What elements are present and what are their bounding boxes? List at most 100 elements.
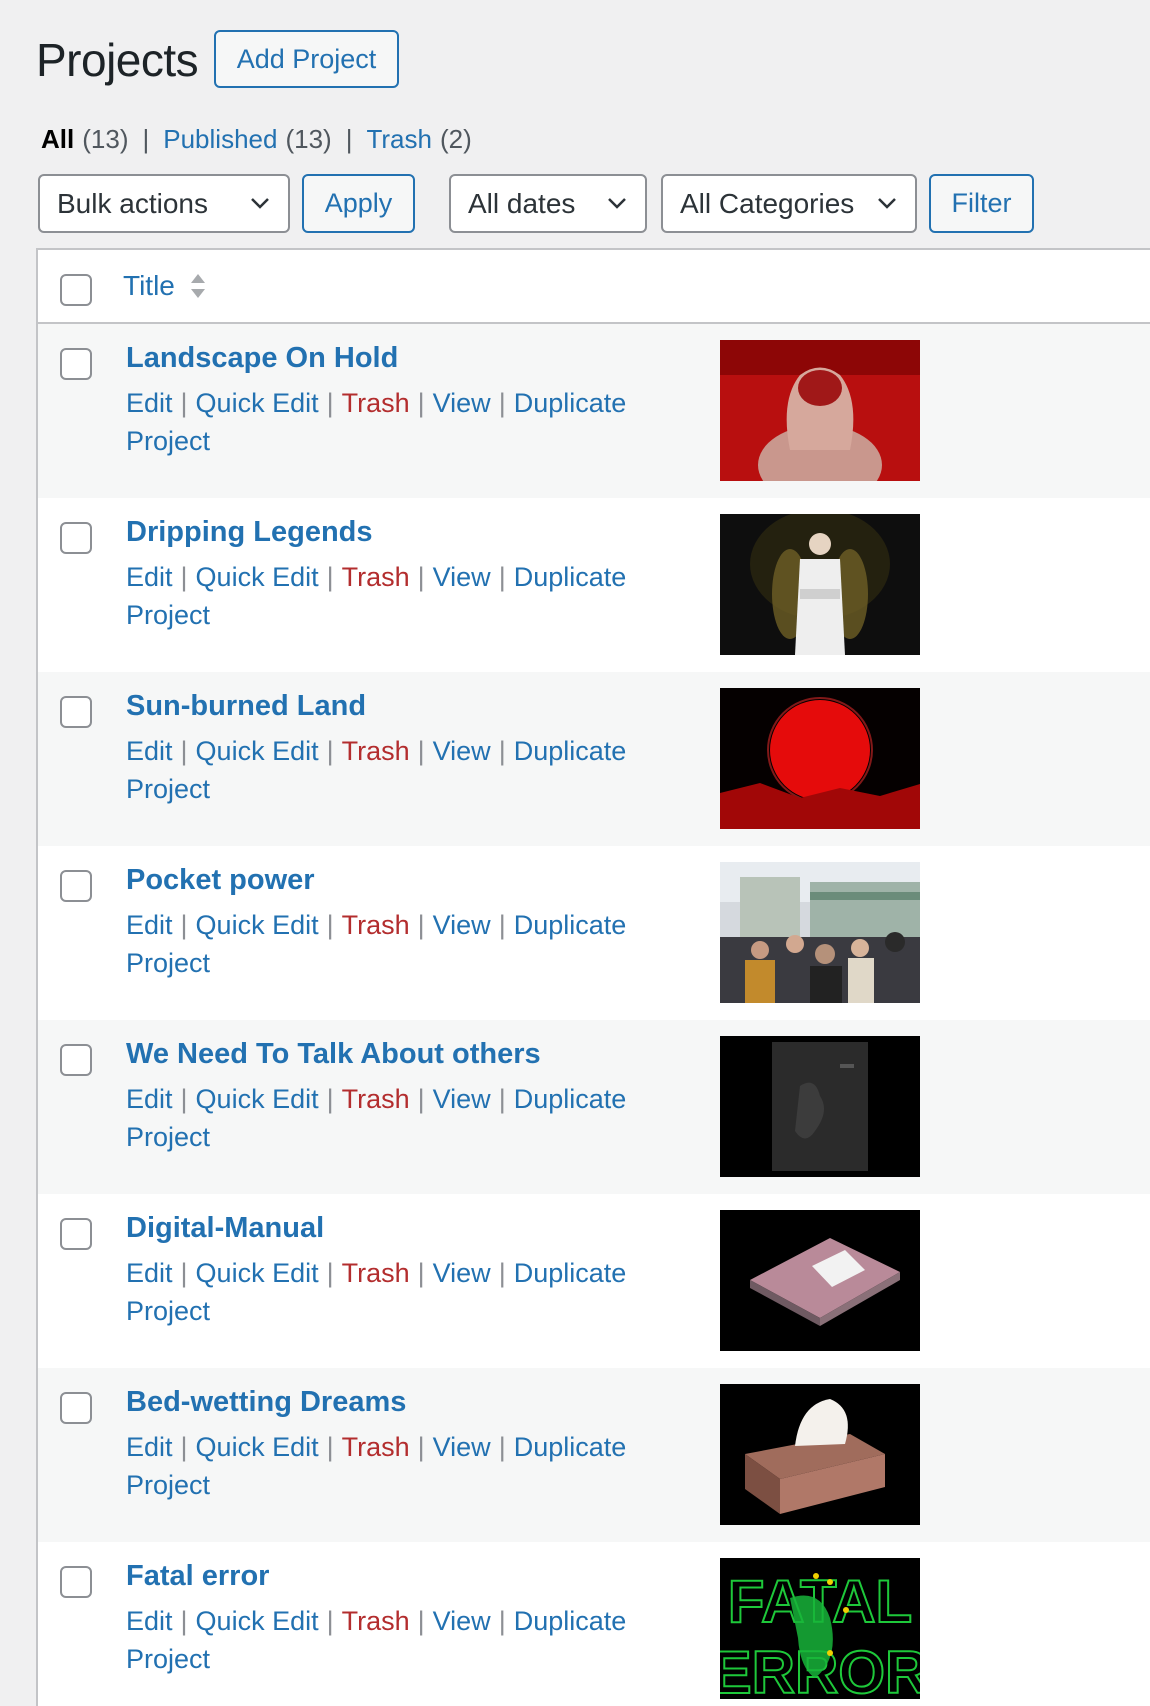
quick-edit-link[interactable]: Quick Edit <box>196 1084 319 1114</box>
action-separator: | <box>326 562 334 592</box>
view-link[interactable]: View <box>433 1084 491 1114</box>
bulk-actions-select[interactable]: Bulk actions <box>38 174 290 233</box>
view-link[interactable]: View <box>433 1606 491 1636</box>
view-link[interactable]: View <box>433 388 491 418</box>
view-link[interactable]: View <box>433 1258 491 1288</box>
duplicate-label: Duplicate <box>513 1258 627 1288</box>
row-title-link[interactable]: Sun-burned Land <box>126 686 366 726</box>
project-label: Project <box>126 426 211 456</box>
trash-link[interactable]: Trash <box>342 1432 410 1462</box>
chevron-down-icon <box>251 198 269 209</box>
trash-link[interactable]: Trash <box>342 910 410 940</box>
row-actions: Edit | Quick Edit | Trash | View | Duplicate Pro… <box>126 384 686 460</box>
table-header: Title <box>38 250 1150 324</box>
trash-link[interactable]: Trash <box>342 1084 410 1114</box>
crowd-photo-thumbnail <box>720 862 920 1003</box>
row-title-link[interactable]: Dripping Legends <box>126 512 373 552</box>
trash-link[interactable]: Trash <box>342 388 410 418</box>
add-project-button[interactable]: Add Project <box>214 30 399 88</box>
trash-link[interactable]: Trash <box>342 736 410 766</box>
quick-edit-link[interactable]: Quick Edit <box>196 736 319 766</box>
row-checkbox[interactable] <box>60 1566 92 1598</box>
row-checkbox[interactable] <box>60 348 92 380</box>
action-separator: | <box>417 1084 425 1114</box>
quick-edit-link[interactable]: Quick Edit <box>196 910 319 940</box>
title-column-sort[interactable]: Title <box>123 270 207 302</box>
figure-on-red-thumbnail <box>720 340 920 481</box>
filter-button[interactable]: Filter <box>929 174 1034 233</box>
row-title-link[interactable]: Pocket power <box>126 860 315 900</box>
action-separator: | <box>326 1258 334 1288</box>
trash-link[interactable]: Trash <box>342 1258 410 1288</box>
action-separator: | <box>180 910 188 940</box>
view-link[interactable]: View <box>433 736 491 766</box>
row-title-link[interactable]: Fatal error <box>126 1556 269 1596</box>
row-checkbox[interactable] <box>60 522 92 554</box>
action-separator: | <box>498 1432 506 1462</box>
row-title-link[interactable]: Digital-Manual <box>126 1208 324 1248</box>
action-separator: | <box>498 1258 506 1288</box>
action-separator: | <box>326 736 334 766</box>
action-separator: | <box>498 1084 506 1114</box>
page-title: Projects <box>36 34 199 86</box>
categories-select[interactable]: All Categories <box>661 174 917 233</box>
edit-link[interactable]: Edit <box>126 736 173 766</box>
row-actions: Edit | Quick Edit | Trash | View | Duplicate Pro… <box>126 906 686 982</box>
red-sun-thumbnail <box>720 688 920 829</box>
view-separator: | <box>345 124 353 154</box>
action-separator: | <box>498 910 506 940</box>
row-checkbox[interactable] <box>60 696 92 728</box>
dates-select[interactable]: All dates <box>449 174 647 233</box>
project-label: Project <box>126 1470 211 1500</box>
duplicate-label: Duplicate <box>513 736 627 766</box>
action-separator: | <box>326 1432 334 1462</box>
view-published-count: (13) <box>285 124 332 154</box>
row-checkbox[interactable] <box>60 1218 92 1250</box>
edit-link[interactable]: Edit <box>126 562 173 592</box>
edit-link[interactable]: Edit <box>126 910 173 940</box>
action-separator: | <box>417 1258 425 1288</box>
action-separator: | <box>180 1606 188 1636</box>
quick-edit-link[interactable]: Quick Edit <box>196 1606 319 1636</box>
row-title-link[interactable]: Bed-wetting Dreams <box>126 1382 406 1422</box>
view-separator: | <box>142 124 150 154</box>
row-checkbox[interactable] <box>60 1392 92 1424</box>
action-separator: | <box>326 910 334 940</box>
edit-link[interactable]: Edit <box>126 1084 173 1114</box>
edit-link[interactable]: Edit <box>126 1258 173 1288</box>
action-separator: | <box>326 388 334 418</box>
title-column-label: Title <box>123 270 175 301</box>
duplicate-label: Duplicate <box>513 910 627 940</box>
action-separator: | <box>498 388 506 418</box>
select-all-checkbox[interactable] <box>60 274 92 306</box>
quick-edit-link[interactable]: Quick Edit <box>196 1432 319 1462</box>
row-checkbox[interactable] <box>60 1044 92 1076</box>
view-trash-link[interactable]: Trash <box>366 122 432 156</box>
row-title-link[interactable]: We Need To Talk About others <box>126 1034 541 1074</box>
edit-link[interactable]: Edit <box>126 388 173 418</box>
quick-edit-link[interactable]: Quick Edit <box>196 1258 319 1288</box>
row-title-link[interactable]: Landscape On Hold <box>126 338 398 378</box>
action-separator: | <box>417 1432 425 1462</box>
view-link[interactable]: View <box>433 562 491 592</box>
view-published-link[interactable]: Published <box>163 122 277 156</box>
view-link[interactable]: View <box>433 910 491 940</box>
row-checkbox[interactable] <box>60 870 92 902</box>
categories-value: All Categories <box>680 187 855 219</box>
chevron-down-icon <box>878 198 896 209</box>
quick-edit-link[interactable]: Quick Edit <box>196 562 319 592</box>
apply-button[interactable]: Apply <box>302 174 415 233</box>
trash-link[interactable]: Trash <box>342 562 410 592</box>
action-separator: | <box>326 1084 334 1114</box>
dark-book-thumbnail <box>720 1036 920 1177</box>
edit-link[interactable]: Edit <box>126 1432 173 1462</box>
trash-link[interactable]: Trash <box>342 1606 410 1636</box>
duplicate-label: Duplicate <box>513 1606 627 1636</box>
action-separator: | <box>417 388 425 418</box>
quick-edit-link[interactable]: Quick Edit <box>196 388 319 418</box>
project-label: Project <box>126 774 211 804</box>
action-separator: | <box>417 736 425 766</box>
view-link[interactable]: View <box>433 1432 491 1462</box>
view-all-link[interactable]: All <box>41 122 74 156</box>
edit-link[interactable]: Edit <box>126 1606 173 1636</box>
